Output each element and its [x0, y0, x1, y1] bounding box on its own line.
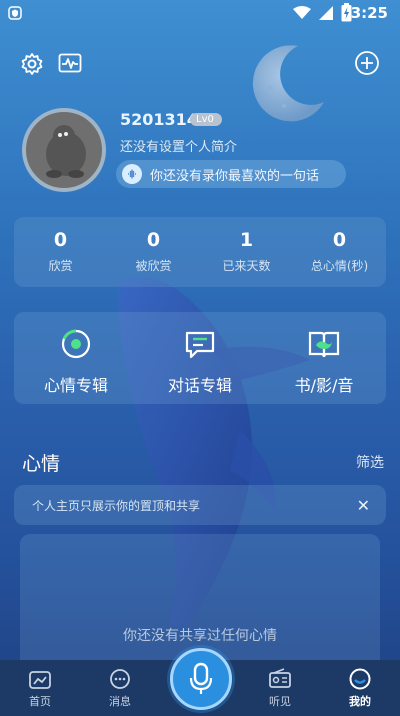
- feature-label: 书/影/音: [294, 376, 354, 395]
- level-badge: Lv0: [190, 113, 222, 126]
- nav-profile[interactable]: 我的: [320, 660, 400, 716]
- close-icon[interactable]: ✕: [357, 496, 370, 515]
- nav-label: 消息: [109, 695, 131, 708]
- stat-label: 欣赏: [48, 259, 73, 273]
- nav-label: 我的: [349, 695, 371, 708]
- stat-value: 0: [53, 229, 68, 251]
- wifi-icon: [293, 6, 311, 19]
- stat-label: 已来天数: [222, 259, 271, 273]
- default-avatar-icon: [46, 125, 86, 178]
- avatar[interactable]: [22, 108, 106, 192]
- notice-banner: 个人主页只展示你的置顶和共享 ✕: [14, 485, 386, 525]
- signal-icon: [319, 6, 333, 20]
- gear-icon: [21, 53, 43, 75]
- filter-button[interactable]: 筛选: [356, 452, 384, 472]
- favorite-quote-button[interactable]: 你还没有录你最喜欢的一句话: [116, 160, 346, 188]
- clock-time: 3:25: [350, 4, 388, 22]
- stat-value: 0: [146, 229, 161, 251]
- radio-icon: [269, 668, 291, 688]
- profile-icon: [349, 668, 371, 690]
- status-bar: 3:25: [0, 0, 400, 28]
- stat-label: 总心情(秒): [310, 259, 369, 273]
- settings-button[interactable]: [18, 50, 46, 78]
- empty-mood-text: 你还没有共享过任何心情: [123, 628, 277, 644]
- waveform-icon: [122, 164, 142, 184]
- stat-days[interactable]: 1 已来天数: [200, 217, 293, 287]
- stats-card: 0 欣赏 0 被欣赏 1 已来天数 0 总心情(秒): [14, 217, 386, 287]
- record-button[interactable]: [170, 648, 232, 710]
- stat-total-mood[interactable]: 0 总心情(秒): [293, 217, 386, 287]
- quote-prompt-text: 你还没有录你最喜欢的一句话: [150, 168, 320, 184]
- stat-value: 1: [239, 229, 254, 251]
- book-film-music-icon: [306, 326, 342, 362]
- add-button[interactable]: [353, 49, 381, 77]
- mood-album-icon: [58, 326, 94, 362]
- nav-messages[interactable]: 消息: [80, 660, 160, 716]
- home-icon: [29, 671, 51, 689]
- dialog-album-button[interactable]: 对话专辑: [138, 312, 262, 404]
- moon-decoration-icon: [252, 45, 324, 122]
- pulse-chart-icon: [58, 53, 82, 73]
- mood-section-title: 心情: [22, 453, 61, 475]
- feature-label: 心情专辑: [43, 376, 108, 395]
- notice-text: 个人主页只展示你的置顶和共享: [32, 498, 201, 513]
- profile-bio[interactable]: 还没有设置个人简介: [120, 136, 237, 155]
- activity-monitor-button[interactable]: [56, 50, 84, 78]
- nav-home[interactable]: 首页: [0, 660, 80, 716]
- nav-listen[interactable]: 听见: [240, 660, 320, 716]
- mood-album-button[interactable]: 心情专辑: [14, 312, 138, 404]
- microphone-icon: [189, 662, 213, 694]
- book-film-music-button[interactable]: 书/影/音: [262, 312, 386, 404]
- stat-label: 被欣赏: [135, 259, 172, 273]
- plus-circle-icon: [355, 51, 379, 75]
- nav-label: 首页: [29, 695, 51, 708]
- message-icon: [110, 669, 130, 689]
- stat-appreciated[interactable]: 0 被欣赏: [107, 217, 200, 287]
- username: 5201314: [120, 110, 198, 129]
- dialog-album-icon: [182, 326, 218, 362]
- shield-notification-icon: [8, 6, 22, 20]
- stat-value: 0: [332, 229, 347, 251]
- stat-appreciate[interactable]: 0 欣赏: [14, 217, 107, 287]
- nav-label: 听见: [269, 695, 291, 708]
- feature-card: 心情专辑 对话专辑 书/影/音: [14, 312, 386, 404]
- feature-label: 对话专辑: [167, 376, 232, 395]
